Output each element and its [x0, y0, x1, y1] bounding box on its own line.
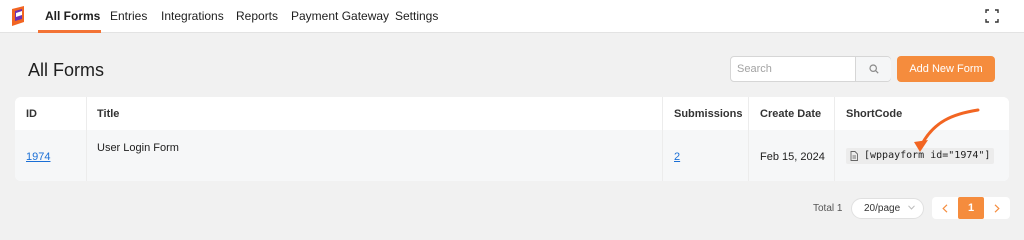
- document-icon: [850, 151, 858, 161]
- create-date: Feb 15, 2024: [760, 151, 825, 163]
- nav-reports[interactable]: Reports: [236, 9, 278, 23]
- submissions-link[interactable]: 2: [674, 151, 680, 163]
- form-title[interactable]: User Login Form: [97, 142, 179, 154]
- search-icon: [869, 64, 879, 74]
- column-header-id[interactable]: ID: [26, 108, 37, 120]
- nav-all-forms[interactable]: All Forms: [45, 9, 100, 23]
- chevron-right-icon: [994, 204, 1000, 213]
- page-size-value: 20/page: [864, 203, 901, 214]
- chevron-left-icon: [942, 204, 948, 213]
- chevron-down-icon: [908, 205, 915, 210]
- fullscreen-icon[interactable]: [985, 9, 999, 23]
- previous-page-button[interactable]: [932, 197, 958, 219]
- top-navigation: All Forms Entries Integrations Reports P…: [0, 0, 1024, 33]
- page-size-select[interactable]: 20/page: [851, 198, 924, 219]
- nav-integrations[interactable]: Integrations: [161, 9, 224, 23]
- table-row: 1974 User Login Form 2 Feb 15, 2024 [wpp…: [15, 130, 1009, 181]
- forms-table: ID Title Submissions Create Date ShortCo…: [15, 97, 1009, 181]
- next-page-button[interactable]: [984, 197, 1010, 219]
- column-divider: [834, 97, 835, 181]
- column-header-submissions[interactable]: Submissions: [674, 108, 742, 120]
- add-new-form-button[interactable]: Add New Form: [897, 56, 995, 82]
- pagination: 1: [932, 197, 1010, 219]
- nav-entries[interactable]: Entries: [110, 9, 147, 23]
- search-box: [730, 56, 891, 82]
- column-divider: [86, 97, 87, 181]
- active-tab-indicator: [38, 30, 101, 33]
- total-count: Total 1: [813, 203, 843, 214]
- nav-payment-gateway[interactable]: Payment Gateway: [291, 9, 389, 23]
- search-button[interactable]: [855, 57, 891, 81]
- page-number-current[interactable]: 1: [958, 197, 984, 219]
- column-header-shortcode: ShortCode: [846, 108, 903, 120]
- table-header: ID Title Submissions Create Date ShortCo…: [15, 97, 1009, 130]
- column-divider: [748, 97, 749, 181]
- column-header-title[interactable]: Title: [97, 108, 119, 120]
- paymattic-logo-icon[interactable]: [10, 5, 28, 27]
- form-id-link[interactable]: 1974: [26, 151, 50, 163]
- nav-settings[interactable]: Settings: [395, 9, 438, 23]
- column-divider: [662, 97, 663, 181]
- search-input[interactable]: [731, 57, 855, 81]
- page-title: All Forms: [28, 60, 104, 80]
- annotation-arrow-icon: [914, 108, 980, 152]
- column-header-create-date[interactable]: Create Date: [760, 108, 821, 120]
